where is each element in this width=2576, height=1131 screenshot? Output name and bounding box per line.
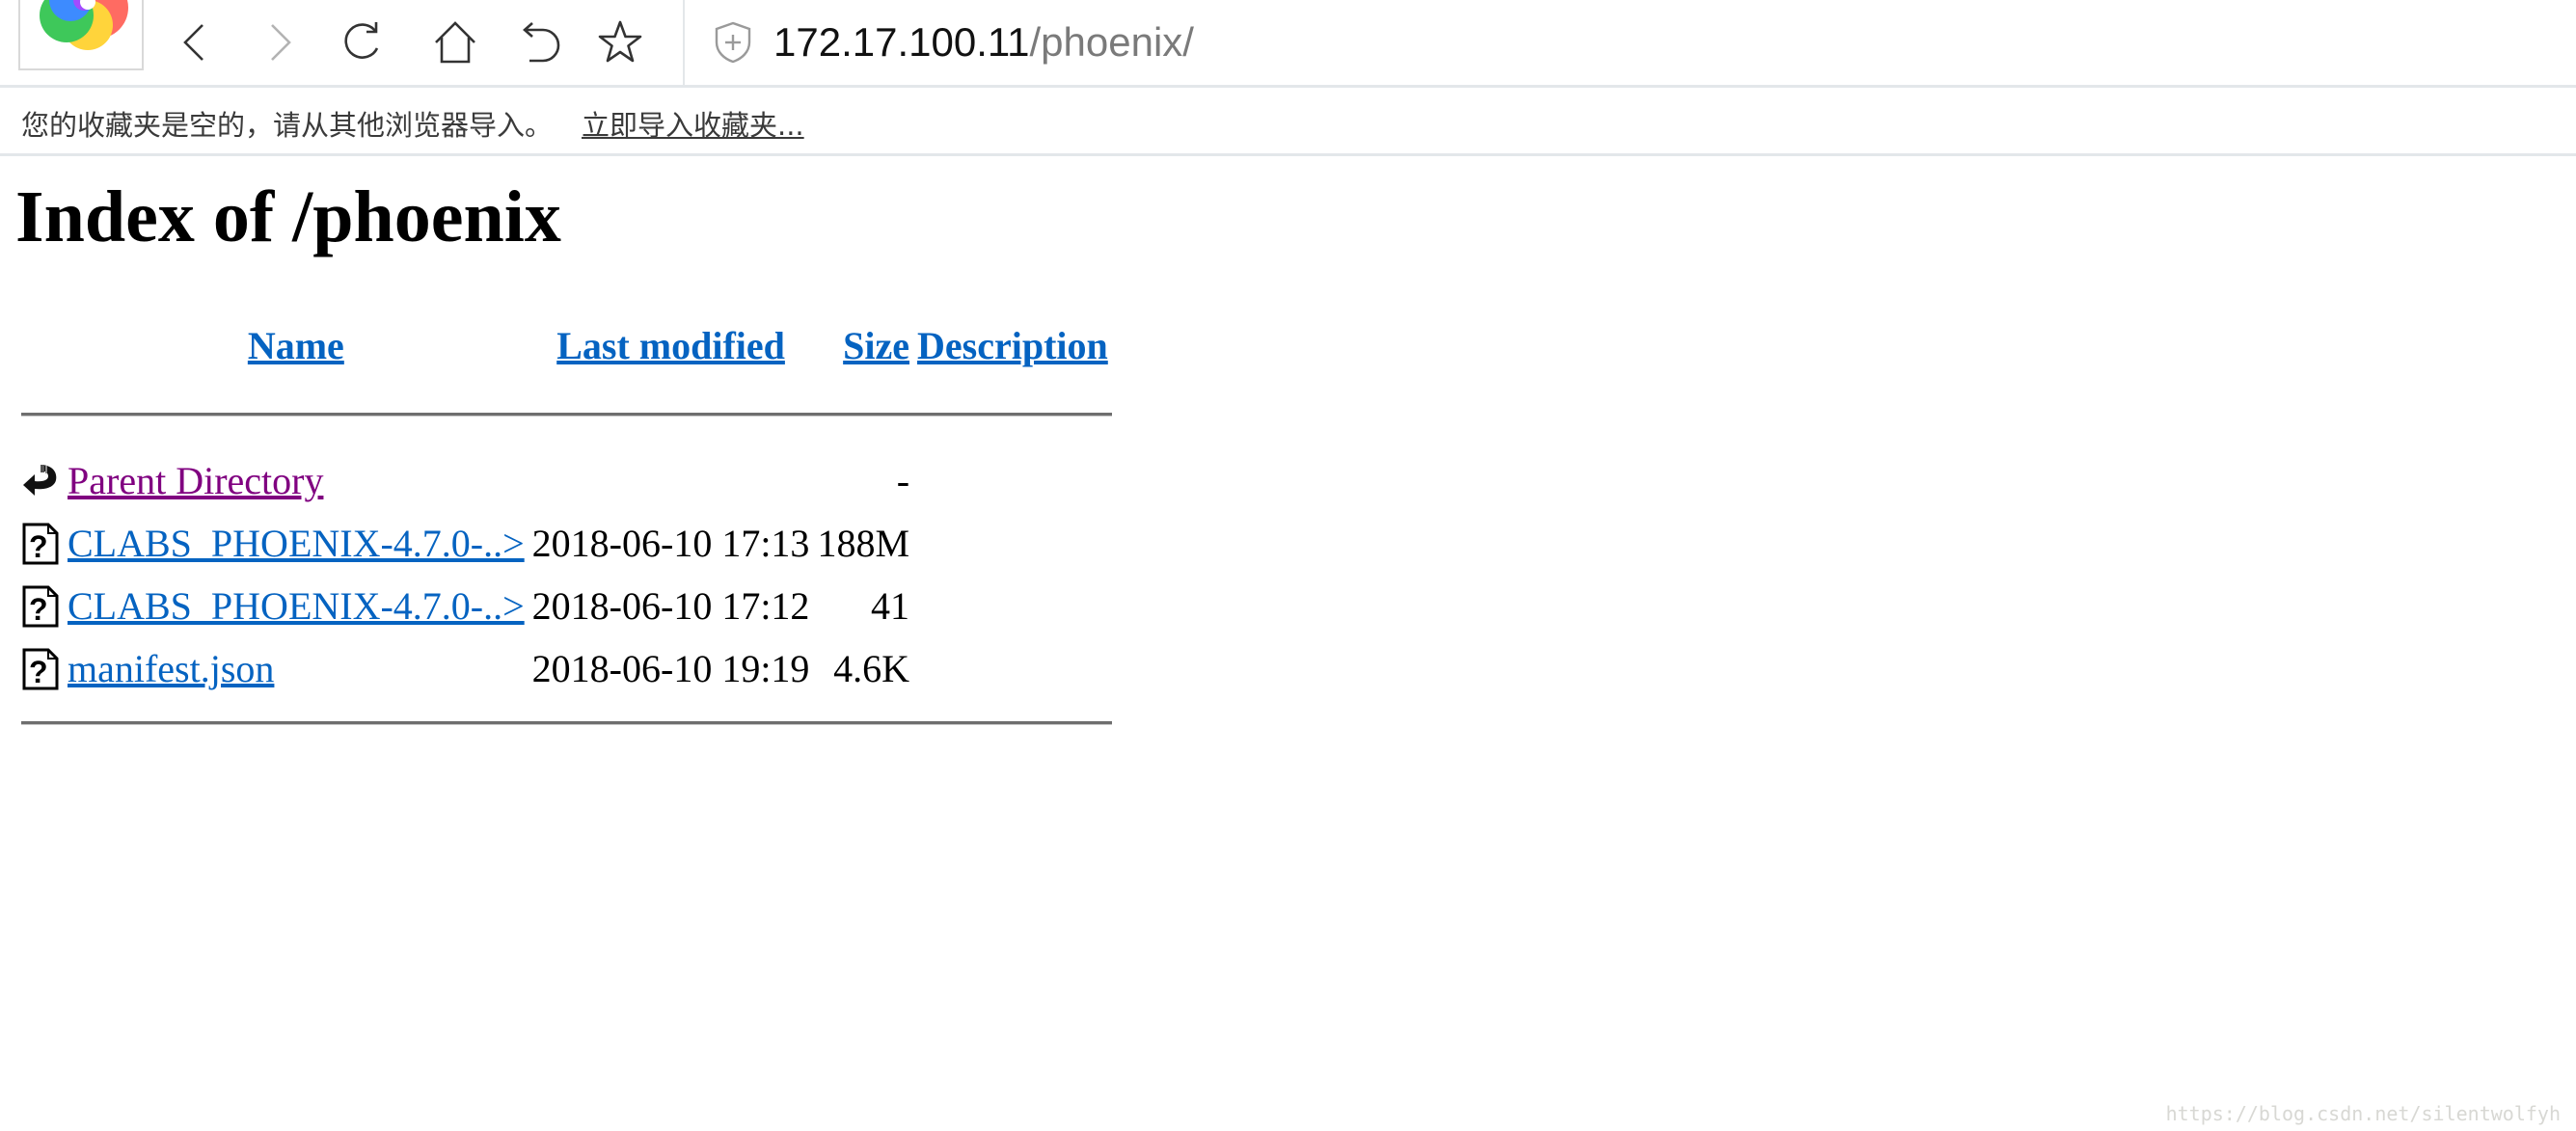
url-host: 172.17.100.11 (773, 19, 1030, 65)
last-modified-cell (529, 449, 814, 512)
file-link[interactable]: CLABS_PHOENIX-4.7.0-..> (68, 584, 525, 628)
size-cell: - (896, 459, 910, 502)
bookmark-star-button[interactable] (597, 19, 643, 66)
sort-by-name-link[interactable]: Name (248, 324, 344, 367)
watermark: https://blog.csdn.net/silentwolfyh (2165, 1102, 2561, 1125)
size-cell: 4.6K (833, 647, 910, 690)
forward-icon (271, 24, 291, 61)
browser-toolbar: 172.17.100.11/phoenix/ (0, 0, 2576, 88)
unknown-file-icon: ? (22, 648, 59, 689)
forward-button[interactable] (257, 19, 303, 66)
reload-icon (344, 22, 379, 59)
header-icon-cell (21, 310, 64, 380)
header-size: Size (813, 310, 913, 380)
shield-icon (715, 21, 751, 64)
table-row: ? manifest.json 2018-06-10 19:19 4.6K (21, 637, 1112, 700)
browser-logo[interactable] (18, 0, 144, 70)
size-cell: 41 (871, 584, 910, 628)
unknown-file-icon: ? (22, 585, 59, 627)
address-bar[interactable]: 172.17.100.11/phoenix/ (714, 10, 2546, 75)
parent-directory-link[interactable]: Parent Directory (68, 459, 323, 502)
footer-divider (21, 700, 1112, 729)
size-cell: 188M (817, 522, 910, 565)
parent-directory-icon (23, 464, 57, 496)
file-link[interactable]: manifest.json (68, 647, 274, 690)
unknown-file-icon: ? (22, 523, 59, 564)
description-cell (913, 637, 1112, 700)
svg-text:?: ? (29, 529, 48, 564)
header-description: Description (913, 310, 1112, 380)
horizontal-rule (21, 412, 1112, 417)
last-modified-cell: 2018-06-10 17:12 (531, 584, 810, 628)
table-header-row: Name Last modified Size Description (21, 310, 1112, 380)
header-divider (21, 380, 1112, 449)
browser-logo-icon (40, 0, 128, 50)
header-name: Name (64, 310, 529, 380)
table-row: ? CLABS_PHOENIX-4.7.0-..> 2018-06-10 17:… (21, 512, 1112, 575)
table-row: ? CLABS_PHOENIX-4.7.0-..> 2018-06-10 17:… (21, 575, 1112, 637)
reload-button[interactable] (340, 19, 387, 66)
sort-by-size-link[interactable]: Size (843, 324, 909, 367)
url-text[interactable]: 172.17.100.11/phoenix/ (773, 19, 1194, 66)
table-row-parent-directory: Parent Directory - (21, 449, 1112, 512)
last-modified-cell: 2018-06-10 17:13 (531, 522, 810, 565)
svg-text:?: ? (29, 592, 48, 627)
sort-by-description-link[interactable]: Description (917, 324, 1108, 367)
toolbar-divider (683, 0, 685, 85)
svg-text:?: ? (29, 655, 48, 689)
description-cell (913, 449, 1112, 512)
bookmarks-bar: 您的收藏夹是空的，请从其他浏览器导入。 立即导入收藏夹... (0, 88, 2576, 156)
home-icon (435, 21, 475, 64)
description-cell (913, 575, 1112, 637)
file-link[interactable]: CLABS_PHOENIX-4.7.0-..> (68, 522, 525, 565)
directory-listing-table: Name Last modified Size Description Pare… (21, 310, 1112, 729)
back-icon (183, 24, 203, 61)
page-title: Index of /phoenix (15, 176, 561, 257)
home-button[interactable] (432, 19, 478, 66)
description-cell (913, 512, 1112, 575)
sort-by-last-modified-link[interactable]: Last modified (556, 324, 785, 367)
horizontal-rule (21, 721, 1112, 725)
import-bookmarks-link[interactable]: 立即导入收藏夹... (582, 103, 804, 144)
undo-icon (523, 22, 560, 63)
back-button[interactable] (174, 19, 220, 66)
undo-button[interactable] (518, 19, 564, 66)
star-icon (598, 20, 642, 63)
last-modified-cell: 2018-06-10 19:19 (531, 647, 810, 690)
bookmarks-empty-message: 您的收藏夹是空的，请从其他浏览器导入。 (21, 109, 554, 142)
url-path: /phoenix/ (1029, 19, 1194, 65)
header-last-modified: Last modified (529, 310, 814, 380)
